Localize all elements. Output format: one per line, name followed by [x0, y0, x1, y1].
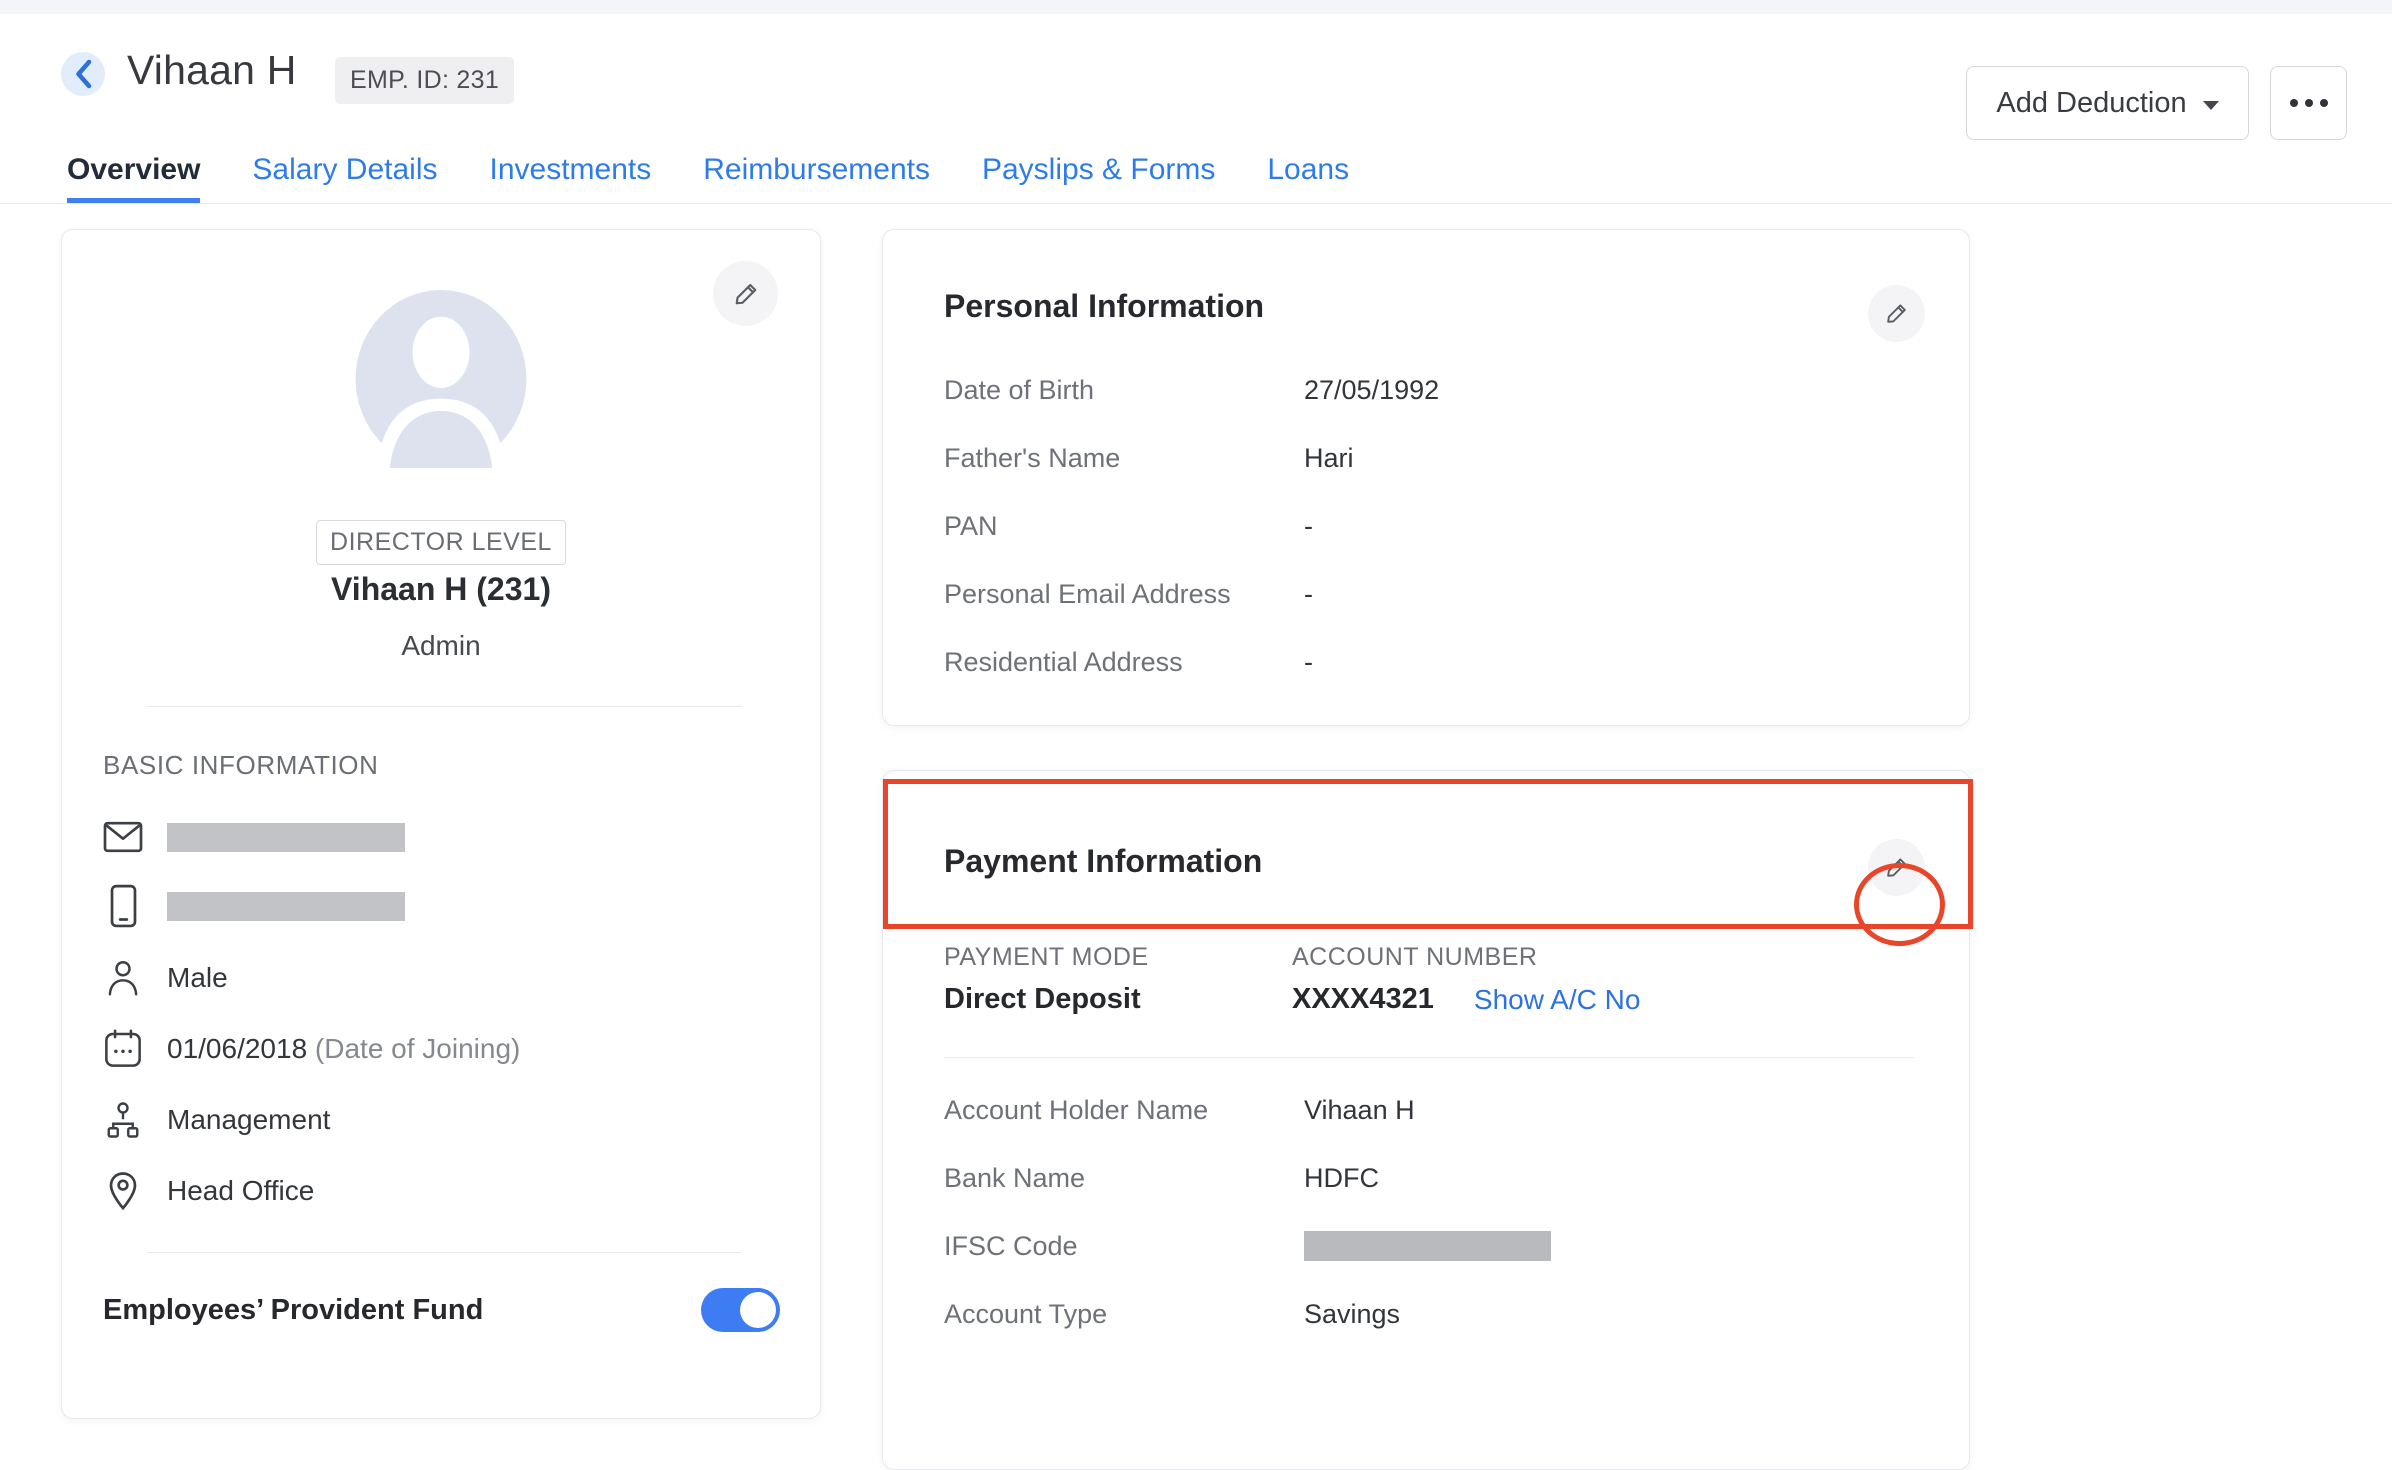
epf-toggle[interactable]	[701, 1288, 780, 1332]
mobile-icon	[103, 884, 143, 928]
avatar	[351, 290, 531, 468]
divider	[944, 1057, 1914, 1058]
department-value: Management	[167, 1104, 330, 1136]
basic-information-heading: BASIC INFORMATION	[103, 750, 379, 781]
add-deduction-label: Add Deduction	[1996, 87, 2186, 120]
location-pin-icon	[103, 1171, 143, 1211]
add-deduction-button[interactable]: Add Deduction	[1966, 66, 2249, 140]
redacted-email	[167, 823, 405, 852]
personal-info-rows: Date of Birth 27/05/1992 Father's Name H…	[944, 374, 1919, 678]
payment-information-card: Payment Information PAYMENT MODE ACCOUNT…	[882, 770, 1970, 1470]
calendar-icon	[103, 1029, 143, 1069]
payment-column-values: Direct Deposit XXXX4321 Show A/C No	[944, 983, 1640, 1016]
payment-information-title: Payment Information	[944, 843, 1262, 880]
account-number-masked: XXXX4321	[1292, 983, 1434, 1016]
pencil-icon	[1883, 300, 1910, 327]
table-row: Bank Name HDFC	[944, 1162, 1919, 1194]
table-row: Account Holder Name Vihaan H	[944, 1094, 1919, 1126]
more-actions-button[interactable]	[2270, 66, 2347, 140]
top-strip	[0, 0, 2392, 14]
epf-label: Employees’ Provident Fund	[103, 1294, 483, 1327]
table-row: PAN -	[944, 510, 1919, 542]
employee-id-badge: EMP. ID: 231	[335, 57, 514, 104]
employee-name: Vihaan H (231)	[62, 571, 820, 608]
joining-date-value: 01/06/2018 (Date of Joining)	[167, 1033, 520, 1065]
edit-personal-info-button[interactable]	[1868, 285, 1925, 342]
personal-information-card: Personal Information Date of Birth 27/05…	[882, 229, 1970, 726]
ellipsis-icon	[2290, 99, 2298, 107]
email-row	[103, 815, 405, 859]
mail-icon	[103, 821, 143, 853]
tab-investments[interactable]: Investments	[490, 153, 652, 203]
location-row: Head Office	[103, 1169, 314, 1213]
tab-salary-details[interactable]: Salary Details	[252, 153, 437, 203]
personal-information-title: Personal Information	[944, 288, 1264, 325]
hierarchy-icon	[103, 1101, 143, 1139]
edit-profile-button[interactable]	[713, 261, 778, 326]
gender-row: Male	[103, 956, 228, 1000]
employee-role: Admin	[62, 630, 820, 662]
pencil-icon	[731, 279, 761, 309]
gender-value: Male	[167, 962, 228, 994]
table-row: Personal Email Address -	[944, 578, 1919, 610]
table-row: Father's Name Hari	[944, 442, 1919, 474]
chevron-down-icon	[2203, 101, 2219, 110]
divider	[147, 706, 742, 707]
tab-reimbursements[interactable]: Reimbursements	[703, 153, 930, 203]
edit-payment-info-button[interactable]	[1868, 839, 1925, 896]
page-title: Vihaan H	[127, 47, 297, 94]
divider	[147, 1252, 742, 1253]
account-number-label: ACCOUNT NUMBER	[1292, 943, 1537, 972]
phone-row	[103, 884, 405, 928]
epf-row: Employees’ Provident Fund	[103, 1288, 780, 1332]
designation-badge: DIRECTOR LEVEL	[316, 520, 566, 565]
table-row: Residential Address -	[944, 646, 1919, 678]
back-button[interactable]	[61, 52, 105, 96]
tab-loans[interactable]: Loans	[1267, 153, 1349, 203]
chevron-left-icon	[73, 59, 93, 89]
redacted-ifsc	[1304, 1231, 1551, 1261]
show-account-number-link[interactable]: Show A/C No	[1474, 984, 1641, 1016]
person-icon	[103, 959, 143, 997]
table-row: IFSC Code	[944, 1230, 1919, 1262]
joining-date-row: 01/06/2018 (Date of Joining)	[103, 1027, 520, 1071]
table-row: Date of Birth 27/05/1992	[944, 374, 1919, 406]
payment-column-headers: PAYMENT MODE ACCOUNT NUMBER	[944, 943, 1537, 972]
pencil-icon	[1883, 854, 1910, 881]
redacted-phone	[167, 892, 405, 921]
tab-payslips-forms[interactable]: Payslips & Forms	[982, 153, 1215, 203]
tab-overview[interactable]: Overview	[67, 153, 200, 203]
payment-info-rows: Account Holder Name Vihaan H Bank Name H…	[944, 1094, 1919, 1330]
table-row: Account Type Savings	[944, 1298, 1919, 1330]
tab-bar: Overview Salary Details Investments Reim…	[0, 140, 2392, 204]
department-row: Management	[103, 1098, 330, 1142]
employee-profile-card: DIRECTOR LEVEL Vihaan H (231) Admin BASI…	[61, 229, 821, 1419]
location-value: Head Office	[167, 1175, 314, 1207]
payment-mode-value: Direct Deposit	[944, 983, 1292, 1016]
payment-mode-label: PAYMENT MODE	[944, 943, 1292, 972]
